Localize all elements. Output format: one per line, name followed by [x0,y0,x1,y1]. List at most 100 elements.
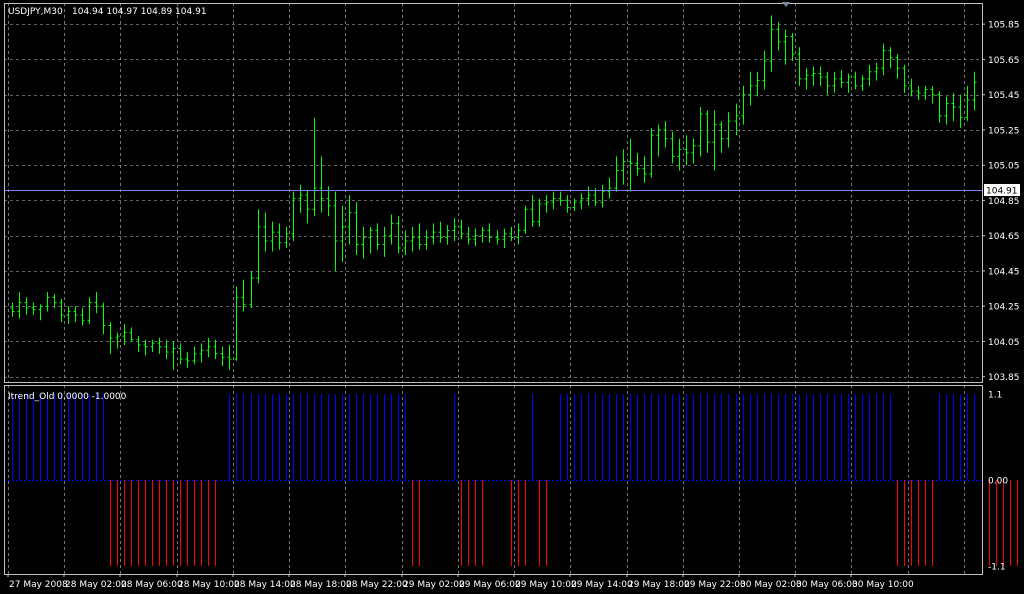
ohlc-bar [663,121,668,148]
ohlc-bar [930,85,935,104]
ohlc-bar [902,64,907,93]
ohlc-bar [192,346,197,365]
ohlc-readout: 104.94 104.97 104.89 104.91 [72,7,207,17]
ohlc-bar [516,223,521,245]
indicator-tick-label: 0.00 [988,477,1008,487]
ohlc-bar [59,299,64,323]
ohlc-bar [410,226,415,252]
ohlc-bar [621,149,626,185]
ohlc-bar [24,297,29,316]
ohlc-bar [600,184,605,208]
ohlc-bar [80,307,85,326]
time-tick-label: 30 May 02:00 [740,580,802,590]
indicator-tick-label: -1.1 [988,563,1006,573]
ohlc-bar [150,339,155,353]
ohlc-bar [185,352,190,368]
ohlc-bar [171,341,176,370]
ohlc-bar [220,346,225,367]
ohlc-bar [340,205,345,263]
ohlc-bar [867,64,872,86]
ohlc-bar [811,66,816,86]
ohlc-bar [101,302,106,335]
price-tick-label: 105.05 [988,162,1020,172]
ohlc-bar [635,152,640,176]
ohlc-bar [839,69,844,88]
ohlc-bar [122,323,127,345]
time-tick-label: 29 May 02:00 [403,580,465,590]
time-tick-label: 30 May 06:00 [796,580,858,590]
indicator-tick-label: 1.1 [988,391,1002,401]
ohlc-bar [755,71,760,97]
ohlc-bar [361,226,366,259]
shift-marker-icon[interactable] [782,2,790,7]
ohlc-bar [227,344,232,370]
ohlc-bar [712,110,717,171]
ohlc-bar [544,195,549,213]
ohlc-bar [270,221,275,252]
ohlc-bar [558,191,563,206]
ohlc-bar [249,270,254,308]
price-tick-label: 104.05 [988,338,1020,348]
ohlc-bar [691,138,696,164]
ohlc-bar [108,322,113,354]
ohlc-bar [424,230,429,250]
chart-frames [4,3,983,575]
time-tick-label: 28 May 22:00 [346,580,408,590]
price-tick-label: 105.45 [988,91,1020,101]
ohlc-bar [741,85,746,125]
ohlc-bar [790,32,795,62]
ohlc-bar [579,193,584,210]
ohlc-bar [291,191,296,241]
ohlc-bar [614,156,619,192]
ohlc-bar [178,343,183,365]
ohlc-bar [129,327,134,342]
ohlc-bar [38,304,43,321]
symbol-timeframe-label: USDJPY,M30 [8,7,63,17]
ohlc-bar [45,292,50,312]
ohlc-bar [656,124,661,157]
price-pane-frame [4,3,983,383]
ohlc-bar [319,156,324,213]
ohlc-bar [909,78,914,97]
ohlc-bar [164,339,169,360]
ohlc-bar [684,135,689,166]
ohlc-bar [762,50,767,90]
ohlc-bar [670,131,675,164]
ohlc-bar [726,112,731,148]
ohlc-bar [719,121,724,153]
time-axis[interactable]: 27 May 200828 May 02:0028 May 06:0028 Ma… [7,574,914,590]
ohlc-bar [958,94,963,129]
ohlc-bar [333,191,338,271]
indicator-axis: 1.1 0.00 -1.1 [988,391,1008,573]
ohlc-bar [565,195,570,213]
ohlc-bar [263,212,268,252]
price-tick-label: 105.65 [988,56,1020,66]
chart-canvas: 105.85105.65105.45105.25105.05104.85104.… [4,2,1020,590]
ohlc-bar [818,66,823,86]
ohlc-bar [705,110,710,153]
ohlc-bar [452,218,457,241]
ohlc-bar [438,221,443,243]
ohlc-bar [115,332,120,349]
ohlc-bar [825,71,830,95]
ohlc-bar [256,209,261,284]
ohlc-bar [509,226,514,241]
ohlc-bar [354,202,359,256]
price-tick-label: 104.25 [988,303,1020,313]
ohlc-bar [136,336,141,353]
ohlc-bar [530,195,535,227]
ohlc-bar [480,226,485,243]
ohlc-bar [234,286,239,361]
time-tick-label: 28 May 10:00 [178,580,240,590]
ohlc-bar [52,293,57,308]
time-tick-label: 28 May 14:00 [234,580,296,590]
ohlc-bar [804,68,809,90]
ohlc-bar [502,228,507,249]
ohlc-bar [853,71,858,90]
ohlc-bar [10,302,15,317]
ohlc-bar [860,75,865,92]
ohlc-bar [305,189,310,224]
ohlc-bar [382,226,387,257]
time-tick-label: 28 May 06:00 [121,580,183,590]
price-tick-label: 104.65 [988,232,1020,242]
